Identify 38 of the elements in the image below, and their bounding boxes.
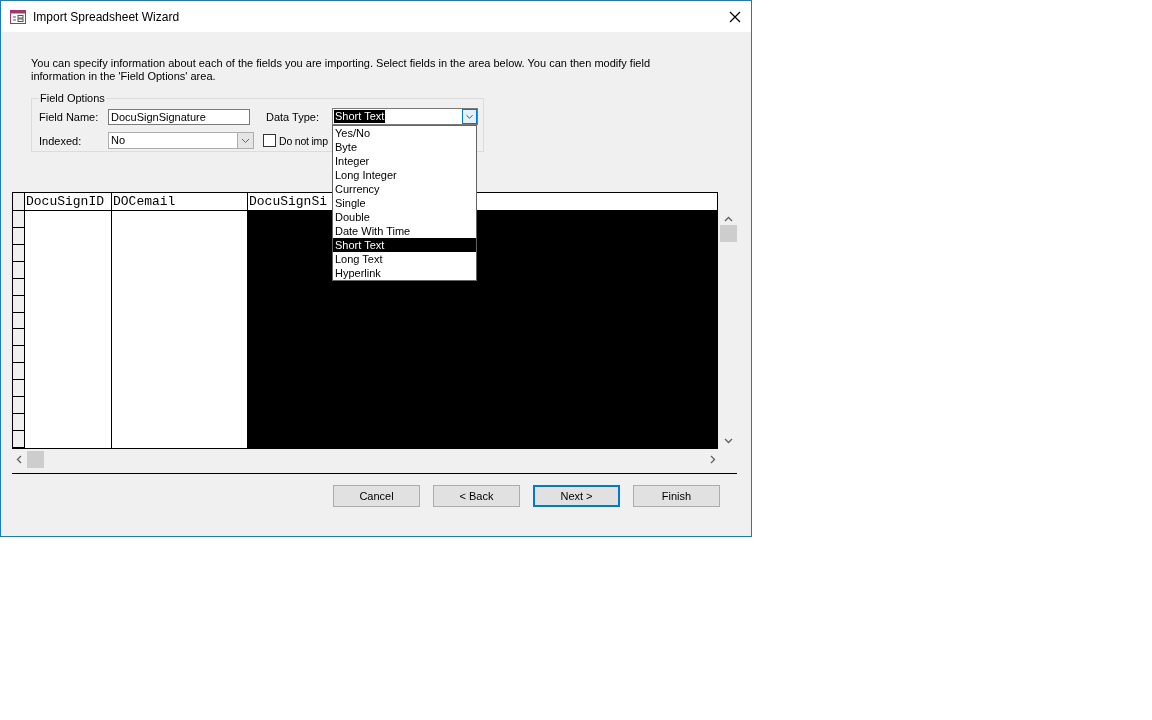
- indexed-dropdown[interactable]: No: [108, 132, 254, 149]
- dropdown-option[interactable]: Integer: [333, 154, 476, 168]
- field-label: Data Type:: [266, 110, 320, 123]
- dropdown-option[interactable]: Single: [333, 196, 476, 210]
- group-legend: Field Options: [39, 92, 106, 104]
- dropdown-option[interactable]: Long Text: [333, 252, 476, 266]
- dropdown-option[interactable]: Currency: [333, 182, 476, 196]
- column-header[interactable]: DOCemail: [112, 193, 247, 211]
- chevron-up-icon[interactable]: [724, 216, 733, 222]
- wizard-button[interactable]: < Back: [433, 485, 520, 507]
- close-icon[interactable]: [729, 10, 741, 23]
- dropdown-option[interactable]: Double: [333, 210, 476, 224]
- chevron-right-icon[interactable]: [710, 455, 716, 464]
- dropdown-option[interactable]: Yes/No: [333, 126, 476, 140]
- chevron-down-icon[interactable]: [724, 438, 733, 444]
- scroll-thumb[interactable]: [27, 451, 44, 468]
- field-label: Field Name:: [39, 110, 100, 123]
- form-icon: [10, 9, 26, 24]
- checkbox-label: Do not imp: [279, 134, 328, 147]
- dropdown-option[interactable]: Byte: [333, 140, 476, 154]
- dropdown-option[interactable]: Short Text: [333, 238, 476, 252]
- chevron-down-icon[interactable]: [237, 133, 253, 148]
- dropdown-option[interactable]: Hyperlink: [333, 266, 476, 280]
- field-label: Indexed:: [39, 134, 83, 147]
- scroll-thumb[interactable]: [720, 225, 737, 242]
- dropdown-option[interactable]: Long Integer: [333, 168, 476, 182]
- checkbox[interactable]: [263, 134, 276, 147]
- wizard-button[interactable]: Cancel: [333, 485, 420, 507]
- chevron-down-icon[interactable]: [462, 109, 477, 124]
- field-name-input[interactable]: DocuSignSignature: [108, 108, 250, 125]
- wizard-button[interactable]: Finish: [633, 485, 720, 507]
- instructions-text: You can specify information about each of the fields you are importing. Select fields in the area below. You can then modify field information in the 'Field Options' area.: [31, 57, 652, 83]
- data-type-dropdown[interactable]: Short Text: [332, 108, 478, 125]
- dropdown-option[interactable]: Date With Time: [333, 224, 476, 238]
- window-title: Import Spreadsheet Wizard: [33, 9, 180, 24]
- chevron-left-icon[interactable]: [16, 455, 22, 464]
- wizard-button[interactable]: Next >: [533, 485, 620, 507]
- column-header[interactable]: DocuSignID: [25, 193, 111, 211]
